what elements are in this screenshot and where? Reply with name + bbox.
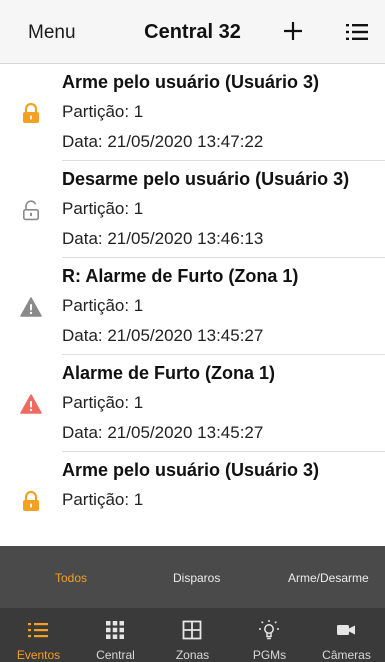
event-date: Data: 21/05/2020 13:46:13: [62, 229, 264, 248]
event-title: Arme pelo usuário (Usuário 3): [62, 460, 320, 480]
tab-bar: Eventos Central Zonas PGMs Câmeras: [0, 608, 385, 662]
list-icon: [28, 623, 48, 638]
tab-zones[interactable]: Zonas: [154, 608, 231, 662]
tab-label: Câmeras: [322, 648, 371, 662]
zones-grid-icon: [182, 620, 202, 640]
warning-gray-icon: [20, 297, 42, 317]
video-camera-icon: [337, 625, 355, 635]
lock-closed-icon: [23, 490, 39, 511]
filter-triggers[interactable]: Disparos: [173, 571, 220, 585]
event-date: Data: 21/05/2020 13:45:27: [62, 423, 264, 442]
list-icon[interactable]: [346, 23, 368, 41]
event-list: Arme pelo usuário (Usuário 3) Partição: …: [0, 64, 385, 546]
event-title: R: Alarme de Furto (Zona 1): [62, 266, 299, 286]
tab-label: PGMs: [252, 648, 287, 662]
event-row[interactable]: Arme pelo usuário (Usuário 3) Partição: …: [0, 452, 385, 546]
event-title: Alarme de Furto (Zona 1): [62, 363, 276, 383]
event-date: Data: 21/05/2020 13:47:22: [62, 132, 264, 151]
filter-all[interactable]: Todos: [55, 571, 87, 585]
event-partition: Partição: 1: [62, 490, 144, 509]
tab-label: Eventos: [16, 648, 61, 662]
lock-closed-icon: [23, 102, 39, 123]
filter-arm-disarm[interactable]: Arme/Desarme: [288, 571, 369, 585]
add-icon[interactable]: [281, 19, 305, 43]
navigation-bar: Menu Central 32: [0, 0, 385, 64]
event-row[interactable]: R: Alarme de Furto (Zona 1) Partição: 1 …: [0, 258, 385, 355]
event-partition: Partição: 1: [62, 393, 144, 412]
lock-open-icon: [22, 200, 39, 221]
event-title: Desarme pelo usuário (Usuário 3): [62, 169, 350, 189]
page-title: Central 32: [144, 21, 241, 43]
tab-label: Central: [96, 648, 135, 662]
event-row[interactable]: Arme pelo usuário (Usuário 3) Partição: …: [0, 64, 385, 161]
event-date: Data: 21/05/2020 13:45:27: [62, 326, 264, 345]
tab-central[interactable]: Central: [77, 608, 154, 662]
tab-label: Zonas: [175, 648, 210, 662]
lightbulb-icon: [259, 620, 279, 640]
event-filter-bar: Todos Disparos Arme/Desarme: [0, 546, 385, 608]
event-title: Arme pelo usuário (Usuário 3): [62, 72, 320, 92]
event-row[interactable]: Desarme pelo usuário (Usuário 3) Partiçã…: [0, 161, 385, 258]
event-partition: Partição: 1: [62, 199, 144, 218]
tab-events[interactable]: Eventos: [0, 608, 77, 662]
event-partition: Partição: 1: [62, 102, 144, 121]
event-row[interactable]: Alarme de Furto (Zona 1) Partição: 1 Dat…: [0, 355, 385, 452]
warning-red-icon: [20, 394, 42, 414]
tab-cameras[interactable]: Câmeras: [308, 608, 385, 662]
keypad-icon: [106, 621, 124, 639]
event-partition: Partição: 1: [62, 296, 144, 315]
tab-pgms[interactable]: PGMs: [231, 608, 308, 662]
